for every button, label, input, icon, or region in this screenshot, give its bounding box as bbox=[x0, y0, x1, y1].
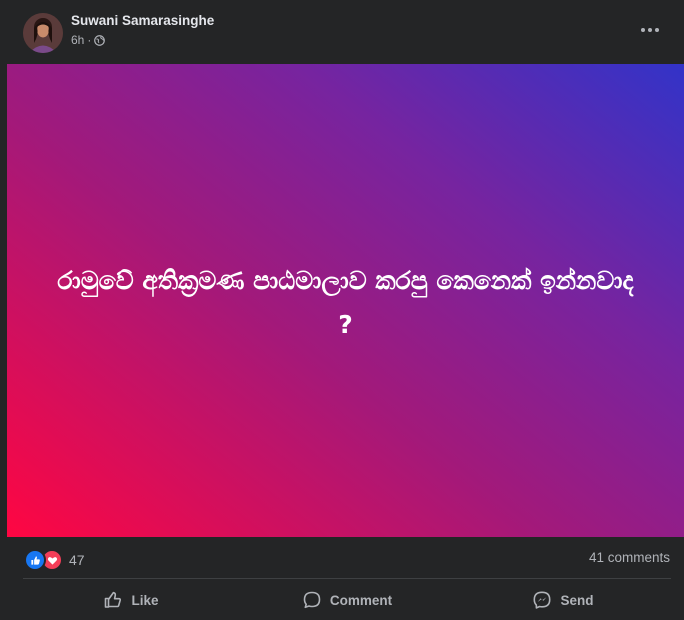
reactions-summary[interactable]: 47 bbox=[24, 549, 85, 571]
like-button[interactable]: Like bbox=[23, 580, 239, 620]
globe-icon[interactable] bbox=[94, 34, 106, 46]
messenger-icon bbox=[533, 591, 551, 609]
post-media[interactable]: රාමුවේ අතික්‍රමණ පාඨමාලාව කරපු කෙනෙක් ඉන… bbox=[7, 64, 684, 537]
send-label: Send bbox=[560, 592, 594, 608]
post-time[interactable]: 6h bbox=[71, 33, 84, 47]
author-name[interactable]: Suwani Samarasinghe bbox=[71, 13, 214, 28]
actions-divider bbox=[23, 578, 671, 579]
thumbs-up-icon bbox=[105, 591, 122, 608]
like-icon bbox=[24, 549, 46, 571]
reaction-count: 47 bbox=[69, 552, 85, 568]
more-options-button[interactable] bbox=[638, 20, 662, 40]
more-dot-icon bbox=[655, 28, 659, 32]
post-actions: Like Comment Send bbox=[23, 580, 671, 620]
more-dot-icon bbox=[648, 28, 652, 32]
author-avatar[interactable] bbox=[23, 13, 63, 53]
comment-icon bbox=[303, 591, 321, 609]
meta-separator: · bbox=[87, 33, 92, 47]
like-label: Like bbox=[131, 592, 159, 608]
avatar-image bbox=[23, 13, 63, 53]
post-stats: 47 41 comments bbox=[0, 537, 684, 579]
post-meta: 6h · bbox=[71, 33, 106, 47]
post-card: Suwani Samarasinghe 6h · රාමුවේ අතික්‍රම… bbox=[0, 0, 684, 620]
post-header: Suwani Samarasinghe 6h · bbox=[0, 0, 684, 64]
send-button[interactable]: Send bbox=[455, 580, 671, 620]
comment-button[interactable]: Comment bbox=[239, 580, 455, 620]
more-dot-icon bbox=[641, 28, 645, 32]
comments-count[interactable]: 41 comments bbox=[589, 550, 670, 565]
comment-label: Comment bbox=[329, 592, 393, 608]
post-text: රාමුවේ අතික්‍රමණ පාඨමාලාව කරපු කෙනෙක් ඉන… bbox=[57, 265, 634, 339]
